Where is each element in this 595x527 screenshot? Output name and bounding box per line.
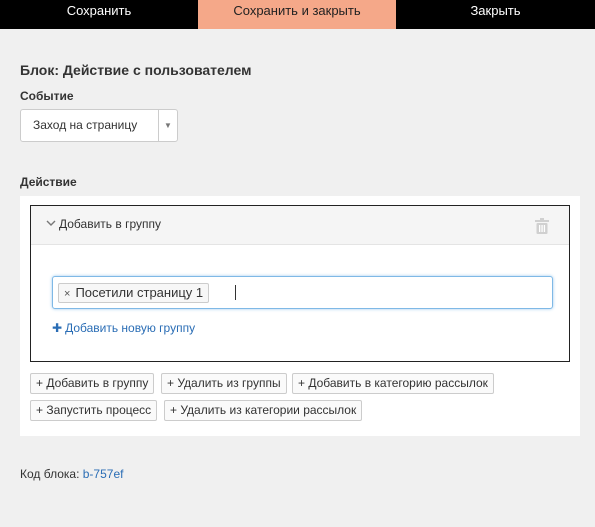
tag-remove-icon[interactable]: ×: [64, 288, 70, 300]
event-label: Событие: [20, 89, 74, 103]
remove-from-mailing-category-button[interactable]: + Удалить из категории рассылок: [164, 400, 363, 421]
event-select-value: Заход на страницу: [33, 118, 138, 132]
chevron-down-icon[interactable]: [46, 217, 56, 229]
add-new-group-label: Добавить новую группу: [65, 321, 196, 335]
action-panel: Добавить в группу × Посетили страницу 1 ✚…: [20, 196, 580, 436]
block-code: Код блока: b-757ef: [20, 467, 123, 481]
action-card-header[interactable]: Добавить в группу: [31, 206, 569, 245]
action-card-title: Добавить в группу: [59, 217, 161, 231]
remove-from-group-button[interactable]: + Удалить из группы: [161, 373, 287, 394]
group-tag-label: Посетили страницу 1: [75, 285, 204, 300]
event-select[interactable]: Заход на страницу ▼: [20, 109, 178, 142]
top-toolbar: Сохранить Сохранить и закрыть Закрыть: [0, 0, 595, 29]
action-card: Добавить в группу × Посетили страницу 1 ✚…: [30, 205, 570, 362]
block-code-link[interactable]: b-757ef: [83, 467, 124, 481]
start-process-button[interactable]: + Запустить процесс: [30, 400, 158, 421]
group-tag: × Посетили страницу 1: [58, 283, 210, 303]
add-new-group-link[interactable]: ✚ Добавить новую группу: [52, 321, 195, 335]
action-label: Действие: [20, 175, 77, 189]
text-caret: [235, 285, 236, 300]
save-button[interactable]: Сохранить: [0, 0, 198, 29]
add-to-mailing-category-button[interactable]: + Добавить в категорию рассылок: [292, 373, 494, 394]
close-button[interactable]: Закрыть: [396, 0, 595, 29]
plus-icon: ✚: [52, 321, 63, 335]
page-title: Блок: Действие с пользователем: [20, 62, 252, 78]
save-and-close-button[interactable]: Сохранить и закрыть: [198, 0, 396, 29]
caret-down-icon[interactable]: ▼: [158, 110, 177, 141]
add-to-group-button[interactable]: + Добавить в группу: [30, 373, 155, 394]
trash-icon[interactable]: [535, 218, 549, 234]
group-tag-input[interactable]: × Посетили страницу 1: [52, 276, 553, 309]
block-code-label: Код блока:: [20, 467, 80, 481]
